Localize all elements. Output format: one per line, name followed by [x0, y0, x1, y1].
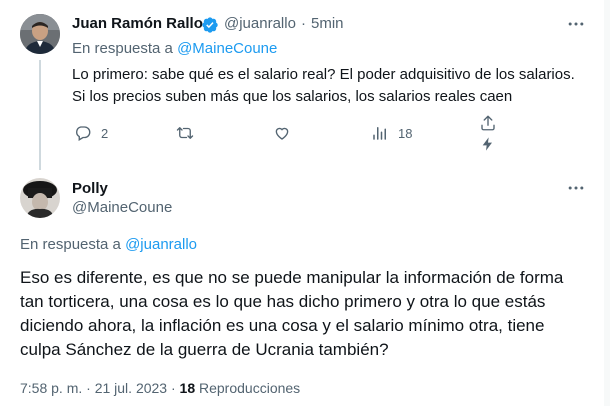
- views-button[interactable]: 18: [371, 124, 412, 142]
- views-count: 18: [179, 380, 196, 396]
- avatar-mainecoune[interactable]: [20, 178, 60, 218]
- like-icon: [275, 127, 289, 140]
- reply-icon: [76, 126, 91, 141]
- lightning-icon: [482, 137, 492, 151]
- user-handle[interactable]: @MaineCoune: [72, 199, 172, 216]
- tweet-text-line: Lo primero: sabe qué es el salario real?…: [72, 66, 575, 83]
- tweet-text-line: culpa Sánchez de la guerra de Ucrania ta…: [20, 340, 389, 359]
- avatar-juanrallo[interactable]: [20, 14, 60, 54]
- reply-button[interactable]: 2: [74, 124, 108, 142]
- user-handle[interactable]: @juanrallo: [224, 15, 296, 32]
- reply-handle-link[interactable]: @juanrallo: [125, 236, 197, 253]
- more-icon[interactable]: [566, 14, 586, 39]
- tweet-text-line: Eso es diferente, es que no se puede man…: [20, 268, 564, 287]
- tweet-text: Lo primero: sabe qué es el salario real?…: [72, 65, 597, 107]
- reply-prefix: En respuesta a: [20, 236, 126, 253]
- reply-context: En respuesta a @juanrallo: [20, 236, 197, 253]
- thread-connector-line: [39, 60, 41, 170]
- retweet-icon: [176, 127, 194, 139]
- views-icon: [373, 127, 386, 140]
- tweet-text-line: tan torticera, una cosa es lo que has di…: [20, 292, 546, 311]
- tweet-text: Eso es diferente, es que no se puede man…: [20, 266, 605, 362]
- tweet-time[interactable]: 5min: [311, 15, 344, 32]
- reply-count: 2: [101, 125, 109, 141]
- display-name[interactable]: Polly: [72, 180, 108, 197]
- verified-badge-icon: [202, 17, 218, 33]
- like-button[interactable]: [273, 124, 291, 142]
- retweet-button[interactable]: [176, 124, 194, 142]
- separator-dot: ·: [301, 15, 306, 32]
- reply-context: En respuesta a @MaineCoune: [72, 40, 277, 57]
- scrollbar[interactable]: [604, 0, 610, 406]
- share-icon: [481, 115, 495, 131]
- tweet-text-line: Si los precios suben más que los salario…: [72, 88, 513, 105]
- views-label: Reproducciones: [195, 380, 301, 396]
- avatar-image: [20, 178, 60, 218]
- tweet-metadata: 7:58 p. m. · 21 jul. 2023 · 18 Reproducc…: [20, 380, 300, 396]
- reply-handle-link[interactable]: @MaineCoune: [177, 40, 277, 57]
- display-name[interactable]: Juan Ramón Rallo: [72, 15, 203, 32]
- tweet-text-line: diciendo ahora, la inflación es una cosa…: [20, 316, 545, 335]
- boost-button[interactable]: [480, 136, 496, 152]
- tweet-timestamp[interactable]: 7:58 p. m. · 21 jul. 2023 ·: [20, 380, 180, 396]
- share-button[interactable]: [479, 114, 497, 132]
- avatar-image: [20, 14, 60, 54]
- views-count: 18: [398, 125, 413, 141]
- reply-prefix: En respuesta a: [72, 40, 178, 57]
- more-icon[interactable]: [566, 178, 586, 203]
